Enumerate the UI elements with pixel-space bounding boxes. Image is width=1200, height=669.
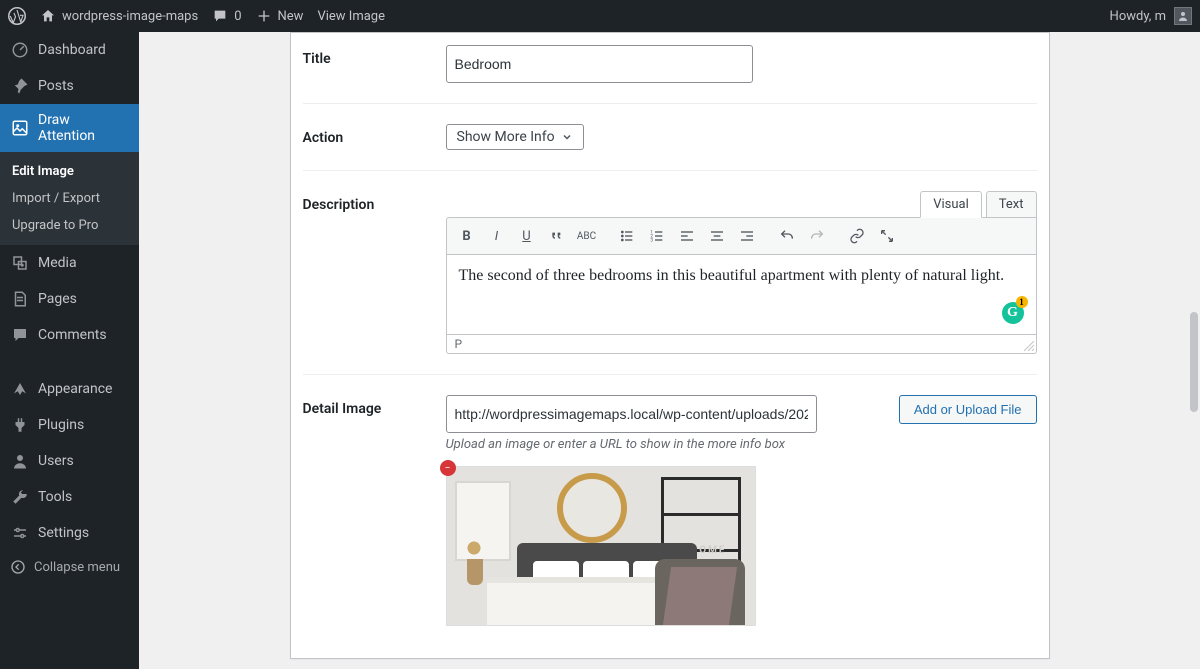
submenu-upgrade-pro[interactable]: Upgrade to Pro [0,212,139,239]
description-label: Description [303,191,446,354]
menu-dashboard[interactable]: Dashboard [0,32,139,68]
action-value: Show More Info [457,129,555,145]
content-area: Title Action Show More Info [139,32,1200,669]
menu-media[interactable]: Media [0,245,139,281]
avatar [1174,7,1192,25]
submenu-draw-attention: Edit Image Import / Export Upgrade to Pr… [0,152,139,245]
thumbnail-image[interactable]: HOME [446,466,756,626]
tools-icon [10,487,30,507]
user-menu[interactable]: Howdy, m [1110,7,1192,25]
field-title: Title [303,33,1037,103]
resize-grip-icon[interactable] [1024,341,1034,351]
tab-text[interactable]: Text [986,191,1037,217]
title-label: Title [303,45,446,83]
menu-pages[interactable]: Pages [0,281,139,317]
postbox: Title Action Show More Info [290,32,1050,659]
action-label: Action [303,124,446,150]
admin-sidebar: Dashboard Posts Draw Attention Edit Imag… [0,32,139,669]
underline-button[interactable]: U [513,222,541,250]
align-left-button[interactable] [673,222,701,250]
blockquote-button[interactable] [543,222,571,250]
editor-path: P [446,335,1037,354]
detail-image-thumbnail: − HOME [446,466,756,626]
add-upload-button[interactable]: Add or Upload File [899,395,1037,424]
svg-text:3: 3 [650,237,653,243]
field-detail-image: Detail Image Upload an image or enter a … [303,374,1037,646]
users-icon [10,451,30,471]
collapse-icon [10,559,26,575]
redo-button[interactable] [803,222,831,250]
menu-tools[interactable]: Tools [0,479,139,515]
strikethrough-button[interactable]: ABC [573,222,601,250]
view-image-link[interactable]: View Image [317,9,385,24]
new-link[interactable]: New [256,8,304,24]
draw-attention-icon [10,118,30,138]
menu-posts[interactable]: Posts [0,68,139,104]
comments-link[interactable]: 0 [212,8,241,24]
menu-plugins[interactable]: Plugins [0,407,139,443]
action-select[interactable]: Show More Info [446,124,584,150]
wysiwyg-editor: Visual Text B I U ABC 1 [446,191,1037,354]
new-label: New [278,9,304,24]
submenu-import-export[interactable]: Import / Export [0,185,139,212]
dashboard-icon [10,40,30,60]
bold-button[interactable]: B [453,222,481,250]
fullscreen-button[interactable] [873,222,901,250]
howdy-text: Howdy, m [1110,9,1166,24]
italic-button[interactable]: I [483,222,511,250]
settings-icon [10,523,30,543]
detail-image-input[interactable] [446,395,817,433]
link-button[interactable] [843,222,871,250]
numbered-list-button[interactable]: 123 [643,222,671,250]
scrollbar-thumb[interactable] [1190,312,1198,412]
menu-appearance[interactable]: Appearance [0,371,139,407]
detail-image-helper: Upload an image or enter a URL to show i… [446,437,817,452]
menu-users[interactable]: Users [0,443,139,479]
wp-logo[interactable] [8,7,26,25]
scrollbar[interactable] [1185,32,1200,669]
undo-button[interactable] [773,222,801,250]
pin-icon [10,76,30,96]
editor-content[interactable]: The second of three bedrooms in this bea… [446,255,1037,335]
menu-draw-attention[interactable]: Draw Attention [0,104,139,152]
home-icon [40,8,56,24]
site-name: wordpress-image-maps [62,9,198,24]
detail-image-label: Detail Image [303,395,446,626]
align-right-button[interactable] [733,222,761,250]
appearance-icon [10,379,30,399]
comments-count: 0 [234,9,241,24]
site-link[interactable]: wordpress-image-maps [40,8,198,24]
editor-toolbar: B I U ABC 123 [446,217,1037,255]
comment-icon [212,8,228,24]
menu-comments[interactable]: Comments [0,317,139,353]
submenu-edit-image[interactable]: Edit Image [0,158,139,185]
menu-settings[interactable]: Settings [0,515,139,551]
title-input[interactable] [446,45,753,83]
align-center-button[interactable] [703,222,731,250]
admin-bar: wordpress-image-maps 0 New View Image Ho… [0,0,1200,32]
media-icon [10,253,30,273]
bullet-list-button[interactable] [613,222,641,250]
remove-image-button[interactable]: − [440,460,456,476]
field-description: Description Visual Text B I U [303,170,1037,374]
chevron-down-icon [561,131,573,143]
comments-icon [10,325,30,345]
tab-visual[interactable]: Visual [920,191,982,218]
plugins-icon [10,415,30,435]
plus-icon [256,8,272,24]
collapse-menu[interactable]: Collapse menu [0,551,139,583]
grammarly-icon[interactable]: G [1002,302,1024,324]
pages-icon [10,289,30,309]
field-action: Action Show More Info [303,103,1037,170]
